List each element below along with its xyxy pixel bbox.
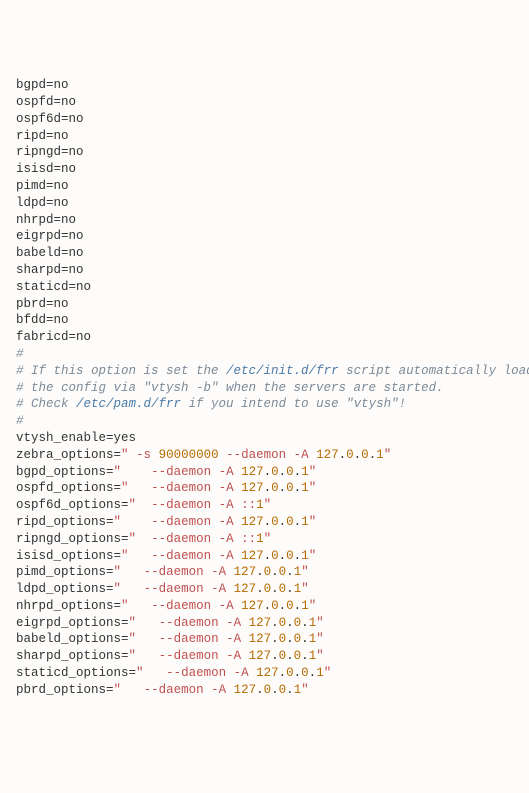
- config-line: ripd_options=" --daemon -A 127.0.0.1": [16, 514, 513, 531]
- config-line: ospfd=no: [16, 94, 513, 111]
- config-line: zebra_options=" -s 90000000 --daemon -A …: [16, 447, 513, 464]
- config-line: pbrd=no: [16, 296, 513, 313]
- config-line: ospf6d_options=" --daemon -A ::1": [16, 497, 513, 514]
- config-line: ldpd_options=" --daemon -A 127.0.0.1": [16, 581, 513, 598]
- config-line: ripngd_options=" --daemon -A ::1": [16, 531, 513, 548]
- config-line: ospf6d=no: [16, 111, 513, 128]
- config-line: #: [16, 413, 513, 430]
- config-line: sharpd_options=" --daemon -A 127.0.0.1": [16, 648, 513, 665]
- config-line: # Check /etc/pam.d/frr if you intend to …: [16, 396, 513, 413]
- config-line: nhrpd=no: [16, 212, 513, 229]
- config-line: staticd_options=" --daemon -A 127.0.0.1": [16, 665, 513, 682]
- config-line: # the config via "vtysh -b" when the ser…: [16, 380, 513, 397]
- config-line: eigrpd=no: [16, 228, 513, 245]
- config-line: vtysh_enable=yes: [16, 430, 513, 447]
- config-line: isisd_options=" --daemon -A 127.0.0.1": [16, 548, 513, 565]
- config-line: ripd=no: [16, 128, 513, 145]
- config-line: bgpd=no: [16, 77, 513, 94]
- config-line: bfdd=no: [16, 312, 513, 329]
- config-line: nhrpd_options=" --daemon -A 127.0.0.1": [16, 598, 513, 615]
- config-line: eigrpd_options=" --daemon -A 127.0.0.1": [16, 615, 513, 632]
- config-line: ripngd=no: [16, 144, 513, 161]
- config-line: bgpd_options=" --daemon -A 127.0.0.1": [16, 464, 513, 481]
- config-line: pbrd_options=" --daemon -A 127.0.0.1": [16, 682, 513, 699]
- config-line: pimd=no: [16, 178, 513, 195]
- config-line: # If this option is set the /etc/init.d/…: [16, 363, 513, 380]
- config-line: isisd=no: [16, 161, 513, 178]
- config-line: staticd=no: [16, 279, 513, 296]
- config-line: pimd_options=" --daemon -A 127.0.0.1": [16, 564, 513, 581]
- config-line: #: [16, 346, 513, 363]
- config-line: fabricd=no: [16, 329, 513, 346]
- config-line: babeld=no: [16, 245, 513, 262]
- config-line: babeld_options=" --daemon -A 127.0.0.1": [16, 631, 513, 648]
- config-line: ldpd=no: [16, 195, 513, 212]
- config-file-content: bgpd=noospfd=noospf6d=noripd=noripngd=no…: [16, 77, 513, 698]
- config-line: sharpd=no: [16, 262, 513, 279]
- config-line: ospfd_options=" --daemon -A 127.0.0.1": [16, 480, 513, 497]
